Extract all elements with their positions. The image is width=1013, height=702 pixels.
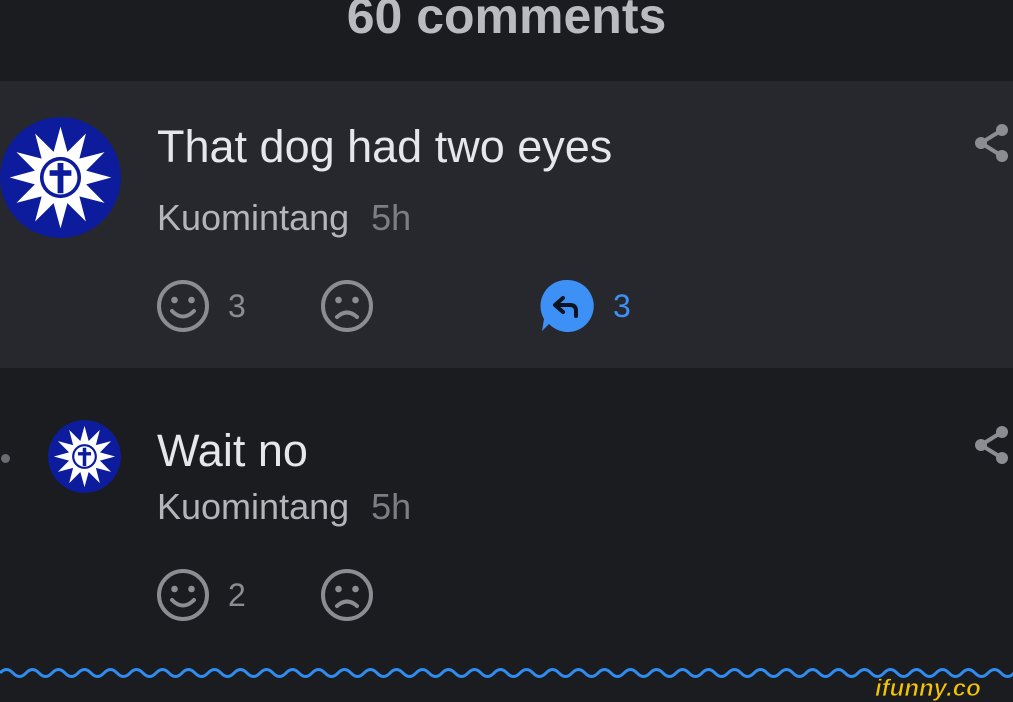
comments-screen: 60 comments That dog had two eyes Kuomin… (0, 0, 1013, 702)
smile-icon (157, 280, 209, 332)
reply-icon (540, 279, 594, 332)
comment-time: 5h (371, 486, 412, 527)
comment-text: That dog had two eyes (157, 121, 613, 172)
avatar-emblem (48, 420, 121, 493)
comment-text: Wait no (157, 425, 308, 476)
frown-button[interactable] (319, 567, 375, 623)
watermark-text: ifunny.co (875, 675, 981, 701)
smile-button[interactable] (155, 278, 211, 334)
smile-icon (157, 569, 209, 621)
frown-button[interactable] (319, 278, 375, 334)
smile-button[interactable] (155, 567, 211, 623)
comments-count-title: 60 comments (346, 0, 667, 44)
comment-author[interactable]: Kuomintang (157, 197, 349, 238)
frown-icon (321, 569, 373, 621)
avatar[interactable] (48, 420, 121, 493)
avatar-emblem (0, 117, 121, 238)
comment-meta: Kuomintang 5h (157, 197, 411, 239)
share-button[interactable] (972, 424, 1012, 466)
replies-count[interactable]: 3 (613, 288, 631, 325)
avatar[interactable] (0, 117, 121, 238)
reply-button[interactable] (540, 278, 596, 334)
share-icon (975, 426, 1008, 464)
likes-count: 2 (228, 577, 246, 613)
comment-author[interactable]: Kuomintang (157, 486, 349, 527)
share-icon (975, 124, 1008, 162)
thread-indicator (1, 454, 10, 463)
comment-item[interactable]: Wait no Kuomintang 5h 2 (0, 368, 1013, 658)
frown-icon (321, 280, 373, 332)
share-button[interactable] (972, 122, 1012, 164)
comments-header: 60 comments (0, 0, 1013, 81)
ifunny-watermark: ifunny.co (875, 675, 981, 701)
wavy-divider (0, 668, 1013, 678)
likes-count: 3 (228, 288, 246, 324)
comment-item[interactable]: That dog had two eyes Kuomintang 5h 3 3 (0, 81, 1013, 368)
comment-meta: Kuomintang 5h (157, 486, 411, 528)
comment-time: 5h (371, 197, 412, 238)
